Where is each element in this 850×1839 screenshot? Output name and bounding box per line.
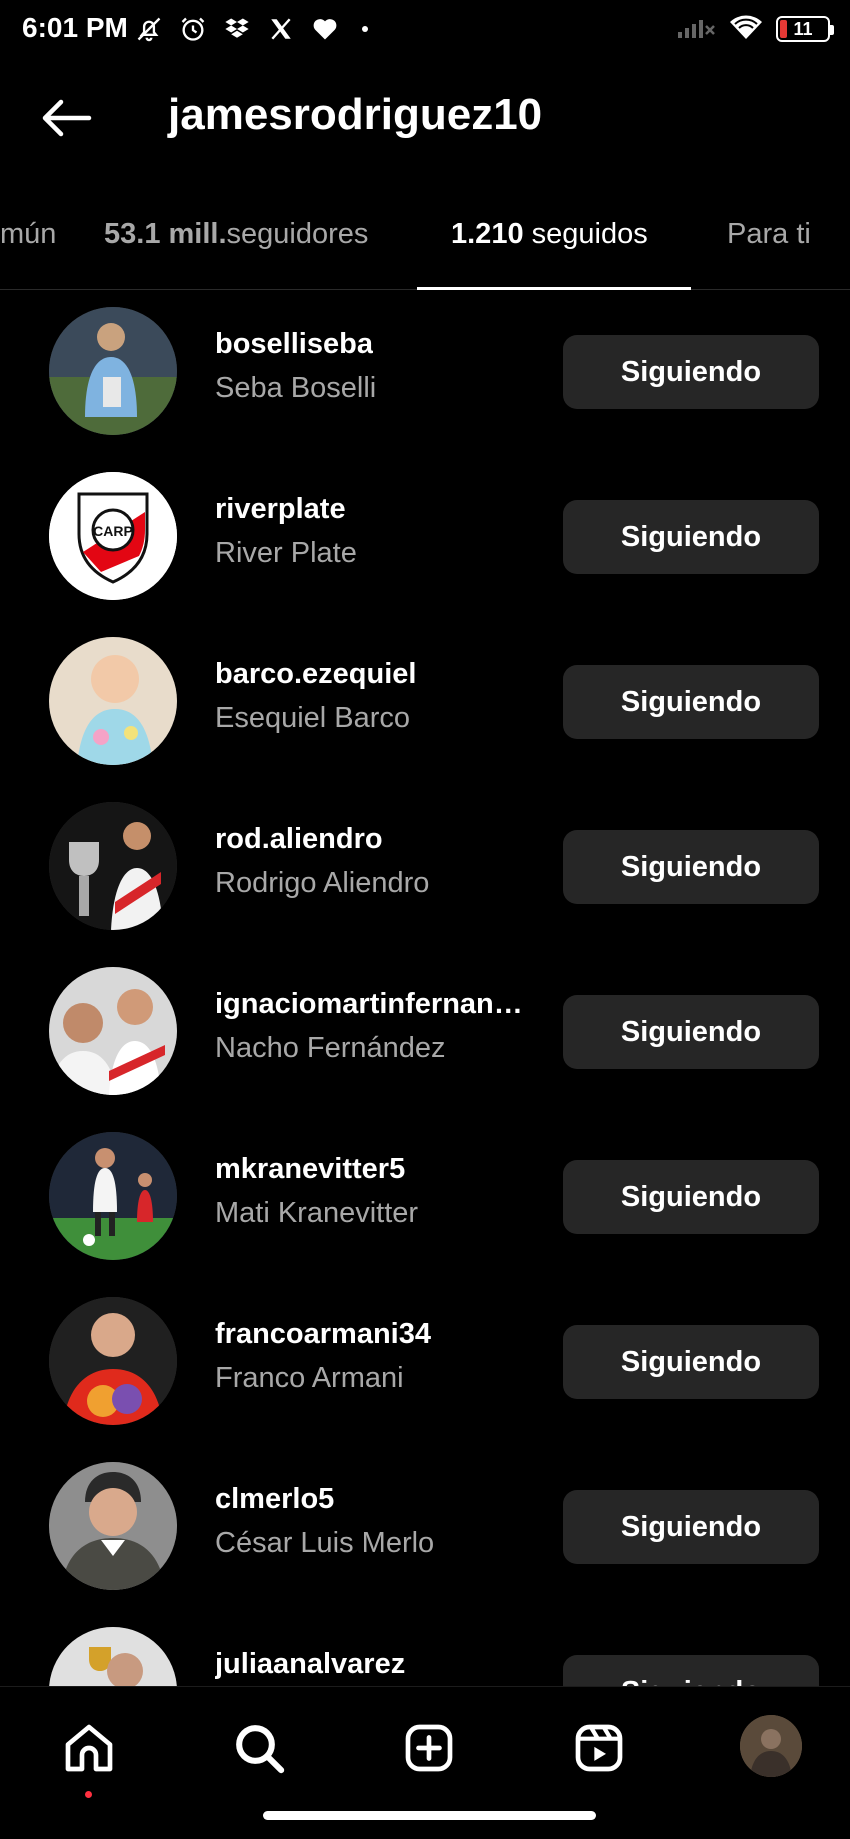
mute-bell-icon <box>134 14 164 44</box>
username[interactable]: francoarmani34 <box>215 1318 431 1351</box>
avatar[interactable] <box>49 802 177 930</box>
heart-icon <box>310 14 340 44</box>
avatar[interactable] <box>49 1297 177 1425</box>
list-item[interactable]: francoarmani34 Franco Armani Siguiendo <box>0 1280 850 1445</box>
battery-level <box>780 20 787 38</box>
following-button[interactable]: Siguiendo <box>563 335 819 409</box>
tab-seguidos[interactable]: 1.210 seguidos <box>451 218 648 251</box>
nav-home[interactable] <box>56 1715 122 1781</box>
list-item[interactable]: mkranevitter5 Mati Kranevitter Siguiendo <box>0 1115 850 1280</box>
tab-label: seguidores <box>226 218 369 250</box>
following-list: boselliseba Seba Boselli Siguiendo CARP … <box>0 290 850 1686</box>
username[interactable]: clmerlo5 <box>215 1483 334 1516</box>
avatar[interactable] <box>49 637 177 765</box>
following-button[interactable]: Siguiendo <box>563 830 819 904</box>
list-item[interactable]: ignaciomartinfernan… Nacho Fernández Sig… <box>0 950 850 1115</box>
tab-para-ti[interactable]: Para ti <box>727 218 811 251</box>
avatar[interactable] <box>49 1462 177 1590</box>
wifi-icon <box>728 13 764 46</box>
avatar[interactable] <box>49 307 177 435</box>
following-button[interactable]: Siguiendo <box>563 1655 819 1686</box>
nav-search[interactable] <box>226 1715 292 1781</box>
following-button[interactable]: Siguiendo <box>563 1325 819 1399</box>
status-notification-icons <box>134 12 368 46</box>
following-button[interactable]: Siguiendo <box>563 1490 819 1564</box>
nav-reels[interactable] <box>566 1715 632 1781</box>
list-item[interactable]: CARP riverplate River Plate Siguiendo <box>0 455 850 620</box>
status-time: 6:01 PM <box>22 12 128 43</box>
full-name: Rodrigo Aliendro <box>215 867 430 899</box>
full-name: Esequiel Barco <box>215 702 411 734</box>
status-system-icons: 11 <box>676 12 834 46</box>
status-bar: 6:01 PM 11 <box>0 0 850 60</box>
username[interactable]: juliaanalvarez <box>215 1648 405 1681</box>
avatar[interactable] <box>49 967 177 1095</box>
tab-count: 1.210 <box>451 218 524 250</box>
username[interactable]: mkranevitter5 <box>215 1153 405 1186</box>
list-item[interactable]: rod.aliendro Rodrigo Aliendro Siguiendo <box>0 785 850 950</box>
following-button[interactable]: Siguiendo <box>563 665 819 739</box>
avatar[interactable] <box>49 1132 177 1260</box>
page-title: jamesrodriguez10 <box>168 90 543 139</box>
search-icon <box>236 1725 285 1774</box>
nav-create[interactable] <box>396 1715 462 1781</box>
reels-icon <box>575 1724 623 1772</box>
arrow-left-icon <box>42 99 92 137</box>
tab-label: seguidos <box>531 218 648 250</box>
notification-dot <box>85 1791 92 1798</box>
home-indicator <box>263 1811 596 1820</box>
tab-label: Para ti <box>727 218 811 250</box>
full-name: Seba Boselli <box>215 372 377 404</box>
signal-off-icon <box>676 14 716 45</box>
avatar[interactable]: CARP <box>49 472 177 600</box>
tab-en-comun[interactable]: mún <box>0 218 56 251</box>
following-button[interactable]: Siguiendo <box>563 1160 819 1234</box>
follow-tabs: mún 53.1 mill.seguidores 1.210 seguidos … <box>0 200 850 290</box>
tab-label: mún <box>0 218 57 250</box>
following-button[interactable]: Siguiendo <box>563 995 819 1069</box>
username[interactable]: ignaciomartinfernan… <box>215 988 523 1021</box>
full-name: River Plate <box>215 537 357 569</box>
header: jamesrodriguez10 <box>0 60 850 172</box>
full-name: Nacho Fernández <box>215 1032 446 1064</box>
full-name: César Luis Merlo <box>215 1527 435 1559</box>
username[interactable]: riverplate <box>215 493 346 526</box>
full-name: Mati Kranevitter <box>215 1197 419 1229</box>
list-item[interactable]: juliaanalvarez Siguiendo <box>0 1610 850 1686</box>
username[interactable]: boselliseba <box>215 328 373 361</box>
alarm-icon <box>178 14 208 44</box>
river-logo-text: CARP <box>93 523 133 539</box>
tab-count: 53.1 mill. <box>104 218 227 250</box>
create-icon <box>405 1724 453 1772</box>
tab-seguidores[interactable]: 53.1 mill.seguidores <box>104 218 368 251</box>
dropbox-icon <box>222 14 252 44</box>
home-icon <box>65 1724 113 1772</box>
list-item[interactable]: boselliseba Seba Boselli Siguiendo <box>0 290 850 455</box>
back-button[interactable] <box>36 88 96 148</box>
battery-icon: 11 <box>776 16 834 42</box>
battery-percent: 11 <box>793 18 813 39</box>
avatar[interactable] <box>49 1627 177 1686</box>
more-notifications-dot <box>362 26 368 32</box>
username[interactable]: barco.ezequiel <box>215 658 416 691</box>
list-item[interactable]: barco.ezequiel Esequiel Barco Siguiendo <box>0 620 850 785</box>
username[interactable]: rod.aliendro <box>215 823 383 856</box>
list-item[interactable]: clmerlo5 César Luis Merlo Siguiendo <box>0 1445 850 1610</box>
following-button[interactable]: Siguiendo <box>563 500 819 574</box>
x-icon <box>266 14 296 44</box>
full-name: Franco Armani <box>215 1362 404 1394</box>
profile-avatar[interactable] <box>740 1715 802 1777</box>
